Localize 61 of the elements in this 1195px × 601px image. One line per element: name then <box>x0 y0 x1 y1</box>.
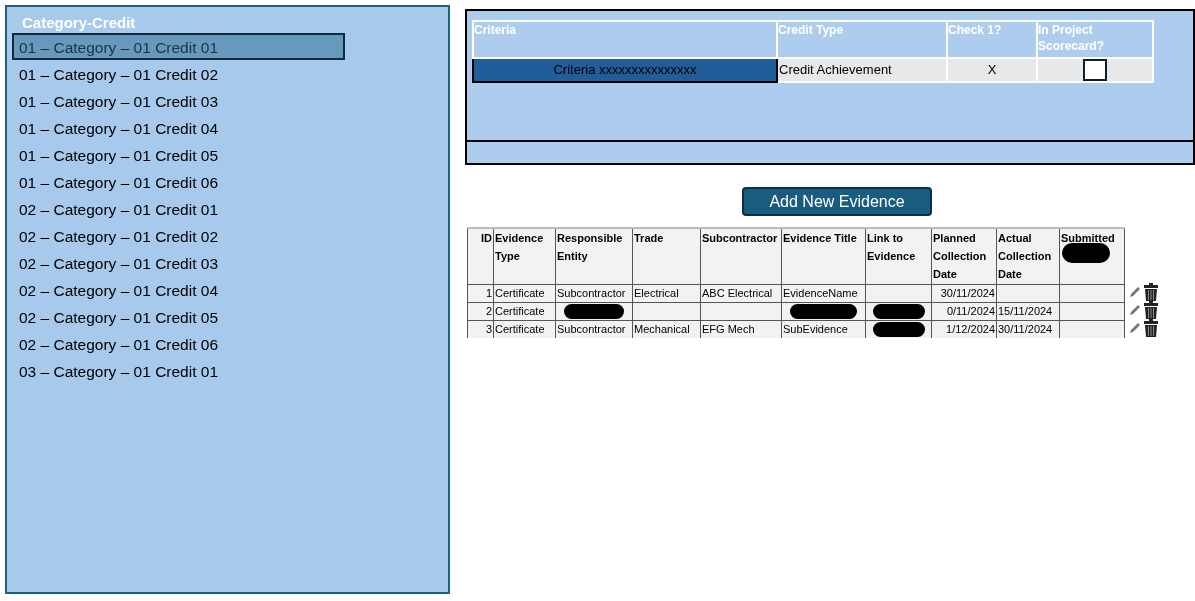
redaction-mark <box>563 303 625 319</box>
category-item[interactable]: 02 – Category – 01 Credit 06 <box>12 330 345 357</box>
column-header: Evidence Type <box>495 232 544 262</box>
column-header: Credit Type <box>777 21 947 58</box>
checkbox[interactable] <box>1083 59 1107 81</box>
table-cell: Certificate <box>495 322 545 335</box>
category-item[interactable]: 02 – Category – 01 Credit 03 <box>12 249 345 276</box>
category-item[interactable]: 01 – Category – 01 Credit 04 <box>12 114 345 141</box>
pencil-icon[interactable] <box>1128 285 1142 299</box>
category-item[interactable]: 01 – Category – 01 Credit 02 <box>12 60 345 87</box>
redaction-mark <box>790 303 857 319</box>
category-item[interactable]: 01 – Category – 01 Credit 03 <box>12 87 345 114</box>
table-cell: SubEvidence <box>783 322 848 335</box>
category-item[interactable]: 01 – Category – 01 Credit 06 <box>12 168 345 195</box>
column-header: Actual Collection Date <box>998 232 1052 280</box>
table-cell: 30/11/2024 <box>998 322 1053 335</box>
table-cell: EvidenceName <box>783 286 858 299</box>
column-header: Trade <box>634 232 664 244</box>
table-cell: Certificate <box>495 304 545 317</box>
table-cell: 3 <box>485 322 492 335</box>
column-header: Planned Collection Date <box>933 232 987 280</box>
table-cell: EFG Mech <box>702 322 755 335</box>
table-cell: Credit Achievement <box>777 58 947 82</box>
trash-icon[interactable] <box>1143 283 1159 301</box>
table-cell: ABC Electrical <box>702 286 773 299</box>
table-cell: 0/11/2024 <box>946 304 995 317</box>
redaction-mark <box>872 303 925 319</box>
add-evidence-button[interactable]: Add New Evidence <box>742 187 932 216</box>
trash-icon[interactable] <box>1143 319 1159 337</box>
table-cell: 1/12/2024 <box>946 322 995 335</box>
category-item[interactable]: 03 – Category – 01 Credit 01 <box>12 357 345 384</box>
table-cell: 30/11/2024 <box>940 286 995 299</box>
table-cell: Subcontractor <box>557 286 626 299</box>
column-header: Criteria <box>473 21 777 58</box>
column-header: ID <box>481 232 492 244</box>
column-header: Submitted <box>1061 232 1115 244</box>
table-cell: X <box>947 58 1037 82</box>
category-item[interactable]: 01 – Category – 01 Credit 01 <box>12 33 345 60</box>
redaction-mark <box>872 321 925 337</box>
criteria-cell: Criteria xxxxxxxxxxxxxxx <box>473 58 777 82</box>
category-item[interactable]: 02 – Category – 01 Credit 02 <box>12 222 345 249</box>
column-header: Subcontractor <box>702 232 778 244</box>
redaction-mark <box>1062 243 1110 263</box>
table-cell: 1 <box>485 286 492 299</box>
table-cell: Electrical <box>634 286 679 299</box>
pencil-icon[interactable] <box>1128 303 1142 317</box>
category-item[interactable]: 02 – Category – 01 Credit 01 <box>12 195 345 222</box>
table-cell: 15/11/2024 <box>998 304 1053 317</box>
table-cell: Subcontractor <box>557 322 626 335</box>
pencil-icon[interactable] <box>1128 321 1142 335</box>
table-cell: Mechanical <box>634 322 690 335</box>
column-header: Evidence Title <box>783 232 857 244</box>
category-item[interactable]: 01 – Category – 01 Credit 05 <box>12 141 345 168</box>
table-cell: 2 <box>485 304 492 317</box>
table-cell: Certificate <box>495 286 545 299</box>
column-header: Responsible Entity <box>557 232 623 262</box>
panel-title: Category-Credit <box>21 13 137 33</box>
trash-icon[interactable] <box>1143 301 1159 319</box>
column-header: Link to Evidence <box>867 232 916 262</box>
category-item[interactable]: 02 – Category – 01 Credit 05 <box>12 303 345 330</box>
category-item[interactable]: 02 – Category – 01 Credit 04 <box>12 276 345 303</box>
